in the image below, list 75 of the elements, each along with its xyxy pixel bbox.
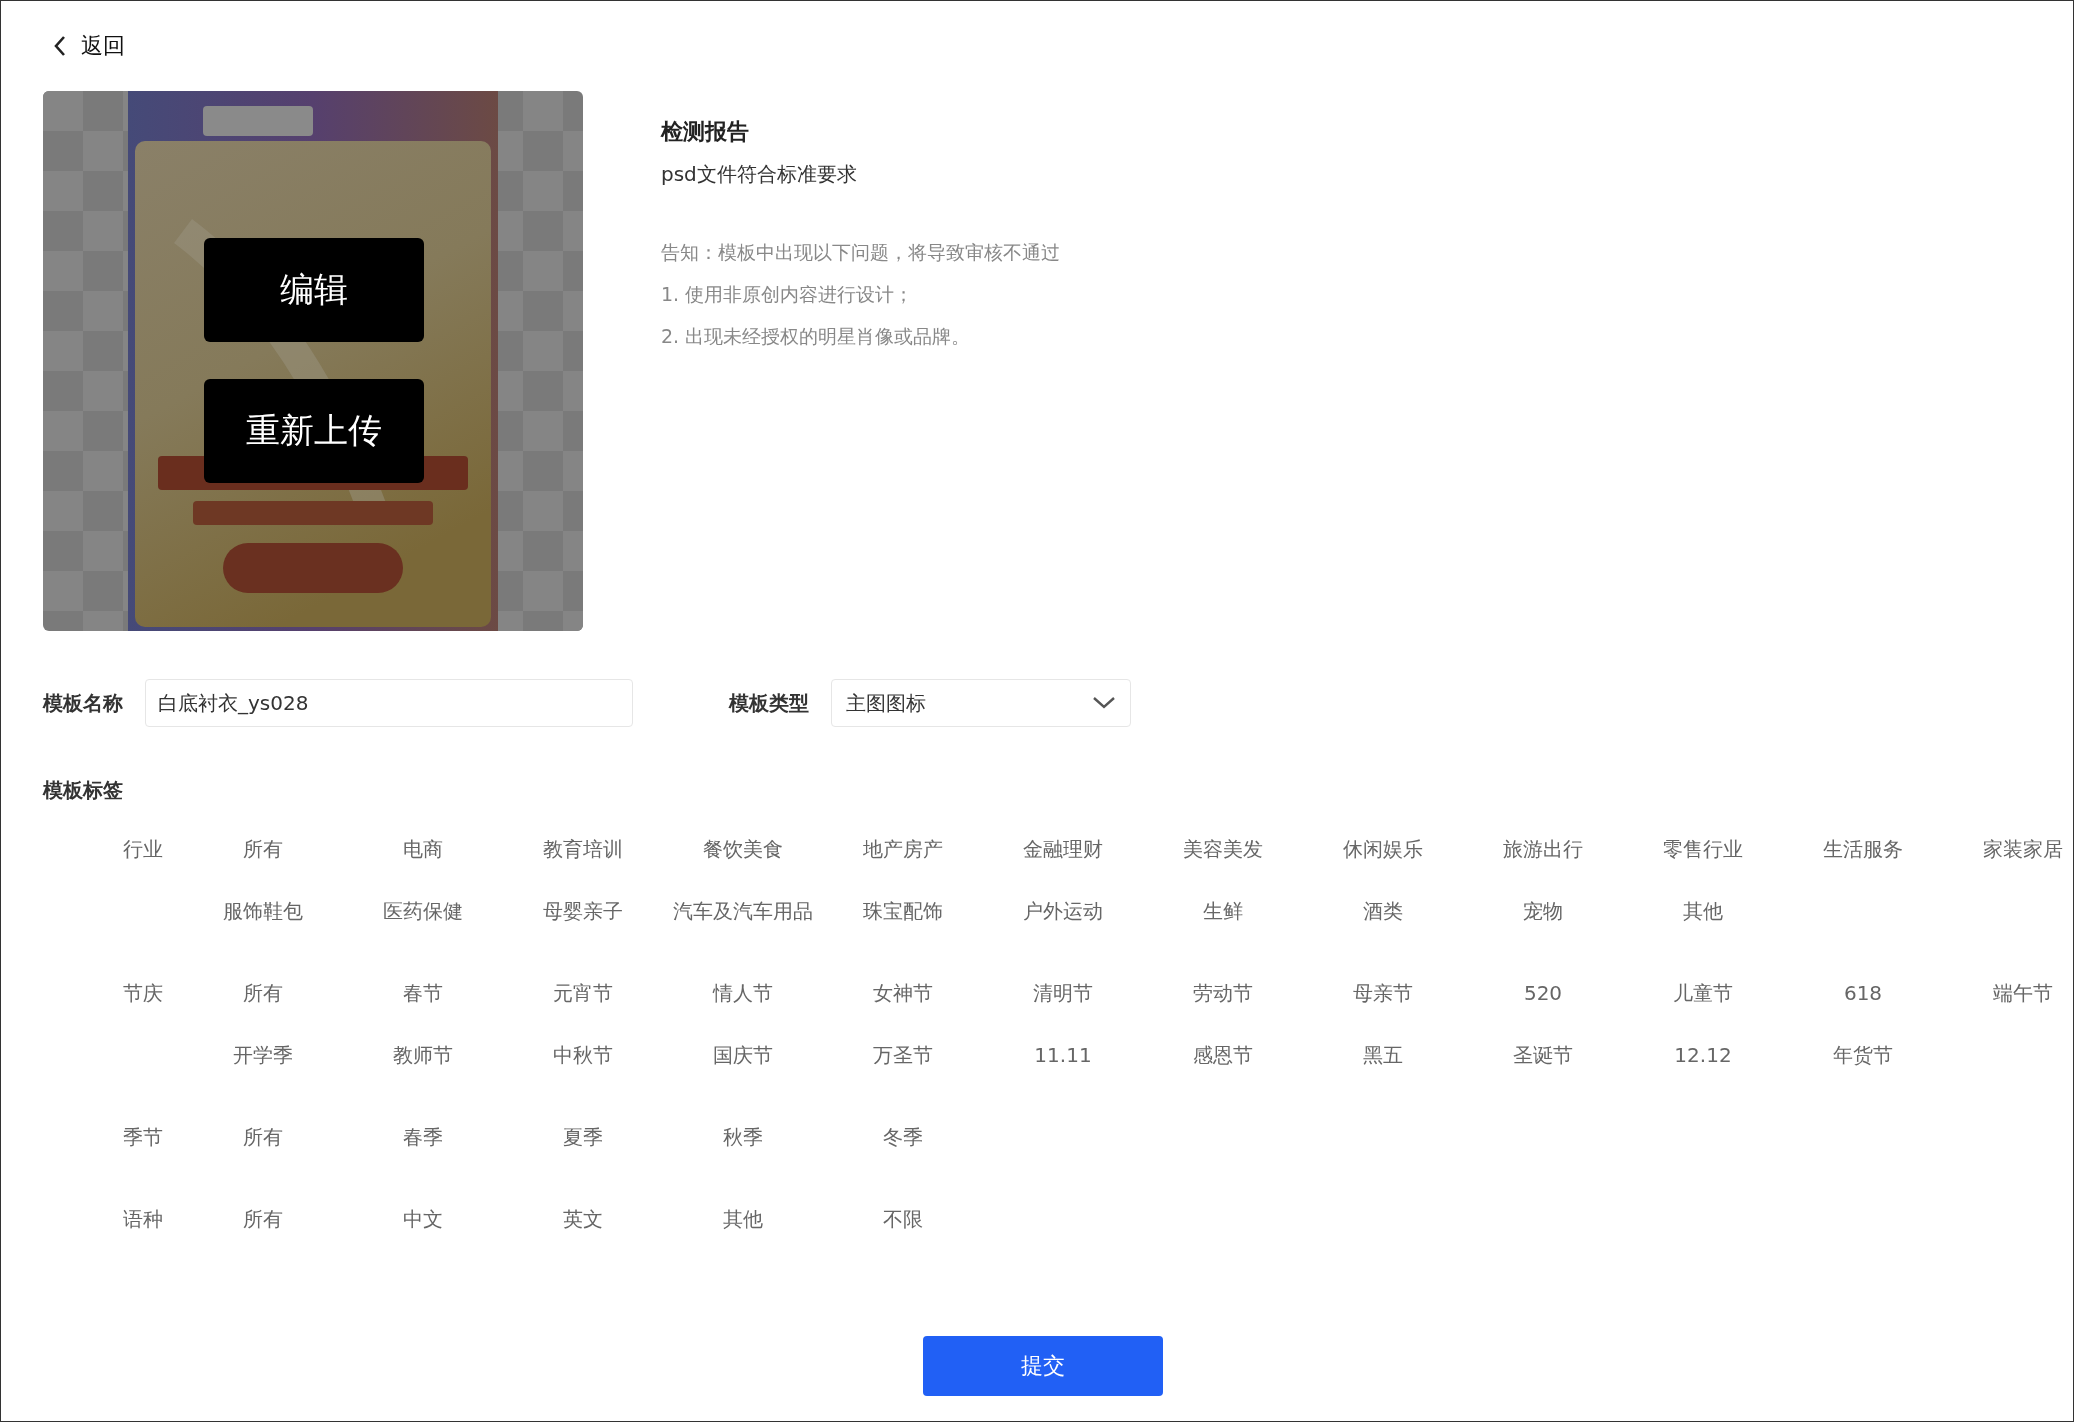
- notice-text: 告知：模板中出现以下问题，将导致审核不通过: [661, 240, 1060, 265]
- chevron-down-icon: [1092, 696, 1116, 710]
- tag-option[interactable]: 珠宝配饰: [855, 893, 951, 929]
- tag-option[interactable]: 秋季: [715, 1119, 771, 1155]
- tag-option[interactable]: 所有: [235, 1201, 291, 1237]
- tag-option[interactable]: 休闲娱乐: [1335, 831, 1431, 867]
- tag-option[interactable]: 户外运动: [1015, 893, 1111, 929]
- tag-option[interactable]: 中秋节: [545, 1037, 621, 1073]
- tag-option[interactable]: 旅游出行: [1495, 831, 1591, 867]
- tag-option[interactable]: 汽车及汽车用品: [665, 893, 821, 929]
- tag-option[interactable]: 儿童节: [1665, 975, 1741, 1011]
- tag-option[interactable]: 家装家居: [1975, 831, 2071, 867]
- submit-button[interactable]: 提交: [923, 1336, 1163, 1396]
- tag-option[interactable]: 服饰鞋包: [215, 893, 311, 929]
- tag-option[interactable]: 所有: [235, 1119, 291, 1155]
- tag-option[interactable]: 生活服务: [1815, 831, 1911, 867]
- chevron-left-icon: [53, 35, 67, 57]
- rule-item: 2. 出现未经授权的明星肖像或品牌。: [661, 324, 972, 349]
- field-label: 模板类型: [729, 689, 809, 717]
- tag-option[interactable]: 不限: [875, 1201, 931, 1237]
- tag-option[interactable]: 中文: [395, 1201, 451, 1237]
- tag-option[interactable]: 情人节: [705, 975, 781, 1011]
- field-label: 模板名称: [43, 689, 123, 717]
- tag-option[interactable]: 感恩节: [1185, 1037, 1261, 1073]
- tag-option[interactable]: 万圣节: [865, 1037, 941, 1073]
- type-dropdown[interactable]: 主图图标: [831, 679, 1131, 727]
- tag-option[interactable]: 冬季: [875, 1119, 931, 1155]
- name-input-field[interactable]: 白底衬衣_ys028: [145, 679, 633, 727]
- tag-option[interactable]: 电商: [395, 831, 451, 867]
- tag-option[interactable]: 金融理财: [1015, 831, 1111, 867]
- tag-group-label: 语种: [123, 1205, 163, 1233]
- tags-title: 模板标签: [41, 777, 124, 804]
- tag-option[interactable]: 零售行业: [1655, 831, 1751, 867]
- tag-group-label: 季节: [123, 1123, 163, 1151]
- back-link[interactable]: 返回: [53, 31, 125, 61]
- tag-option[interactable]: 国庆节: [705, 1037, 781, 1073]
- tag-group-label: 行业: [123, 835, 163, 863]
- tag-option[interactable]: 教师节: [385, 1037, 461, 1073]
- tag-option[interactable]: 清明节: [1025, 975, 1101, 1011]
- tag-option[interactable]: 母亲节: [1345, 975, 1421, 1011]
- tag-option[interactable]: 酒类: [1355, 893, 1411, 929]
- tag-option[interactable]: 餐饮美食: [695, 831, 791, 867]
- tag-option[interactable]: 春节: [395, 975, 451, 1011]
- tag-option[interactable]: 宠物: [1515, 893, 1571, 929]
- tag-option[interactable]: 女神节: [865, 975, 941, 1011]
- tag-option[interactable]: 美容美发: [1175, 831, 1271, 867]
- tag-option[interactable]: 其他: [715, 1201, 771, 1237]
- tag-option[interactable]: 圣诞节: [1505, 1037, 1581, 1073]
- rule-item: 1. 使用非原创内容进行设计；: [661, 282, 915, 307]
- tag-option[interactable]: 开学季: [225, 1037, 301, 1073]
- tag-option[interactable]: 所有: [235, 975, 291, 1011]
- tag-option[interactable]: 地产房产: [855, 831, 951, 867]
- tag-option[interactable]: 618: [1835, 977, 1891, 1009]
- report-title: 检测报告: [661, 118, 750, 146]
- tag-option[interactable]: 所有: [235, 831, 291, 867]
- tag-group-label: 节庆: [123, 979, 163, 1007]
- report-result: psd文件符合标准要求: [661, 161, 858, 188]
- tag-option[interactable]: 春季: [395, 1119, 451, 1155]
- tag-option[interactable]: 520: [1515, 977, 1571, 1009]
- tag-option[interactable]: 英文: [555, 1201, 611, 1237]
- reupload-button[interactable]: 重新上传: [204, 379, 424, 483]
- tag-option[interactable]: 夏季: [555, 1119, 611, 1155]
- tag-option[interactable]: 医药保健: [375, 893, 471, 929]
- tag-option[interactable]: 11.11: [1026, 1039, 1100, 1071]
- tag-option[interactable]: 12.12: [1666, 1039, 1740, 1071]
- tag-option[interactable]: 教育培训: [535, 831, 631, 867]
- tag-option[interactable]: 劳动节: [1185, 975, 1261, 1011]
- tag-option[interactable]: 元宵节: [545, 975, 621, 1011]
- tag-option[interactable]: 年货节: [1825, 1037, 1901, 1073]
- tag-option[interactable]: 其他: [1675, 893, 1731, 929]
- tag-option[interactable]: 生鲜: [1195, 893, 1251, 929]
- tag-option[interactable]: 端午节: [1985, 975, 2061, 1011]
- tag-option[interactable]: 母婴亲子: [535, 893, 631, 929]
- tag-option[interactable]: 黑五: [1355, 1037, 1411, 1073]
- edit-button[interactable]: 编辑: [204, 238, 424, 342]
